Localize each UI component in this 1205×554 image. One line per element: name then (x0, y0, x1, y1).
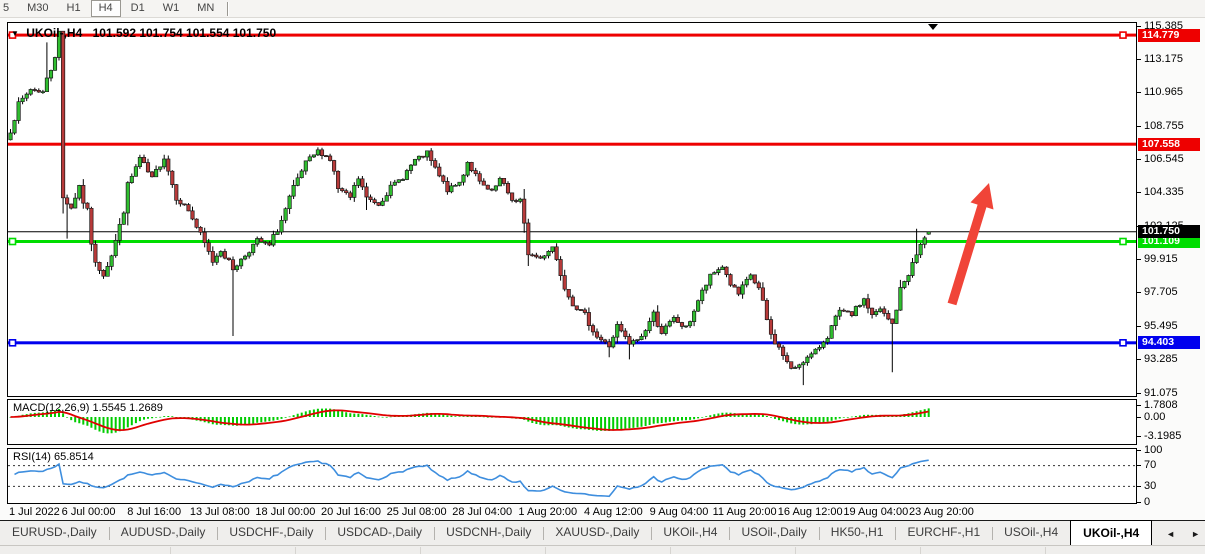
time-axis-label: 9 Aug 04:00 (650, 506, 709, 518)
status-divider (670, 547, 671, 554)
horizontal-line-107.558[interactable] (8, 143, 1136, 146)
time-axis-label: 23 Aug 20:00 (909, 506, 974, 518)
toolbar-separator (227, 2, 229, 16)
chart-tab-audusd-daily[interactable]: AUDUSD-,Daily (109, 521, 218, 546)
time-axis-label: 1 Jul 2022 (9, 506, 60, 518)
chart-tab-ukoil-h4[interactable]: UKOil-,H4 (1070, 520, 1152, 546)
timeframe-button-d1[interactable]: D1 (123, 0, 153, 17)
chart-tab-usoil-daily[interactable]: USOil-,Daily (729, 521, 818, 546)
current-price-label: 101.750 (1138, 225, 1200, 238)
chart-shift-marker-icon[interactable] (928, 24, 938, 30)
rsi-label: RSI(14) 65.8514 (13, 451, 94, 463)
macd-chart[interactable] (8, 400, 1136, 444)
candles-group (9, 31, 931, 385)
rsi-line (15, 460, 929, 496)
line-handle[interactable] (1120, 32, 1126, 38)
time-axis-label: 4 Aug 12:00 (584, 506, 643, 518)
tab-scroll-left-icon[interactable]: ◄ (1166, 529, 1175, 539)
price-pane[interactable] (7, 22, 1137, 397)
symbol-dropdown-icon: ▼ (11, 29, 19, 38)
status-divider (295, 547, 296, 554)
chart-zone: ▼ UKOil-,H4 101.592 101.754 101.554 101.… (0, 18, 1205, 520)
chart-tab-xauusd-daily[interactable]: XAUUSD-,Daily (543, 521, 651, 546)
status-bar (0, 545, 1205, 554)
chart-tab-eurchf-h1[interactable]: EURCHF-,H1 (895, 521, 992, 546)
chart-title: ▼ UKOil-,H4 101.592 101.754 101.554 101.… (11, 26, 276, 40)
chart-tab-usoil-h4[interactable]: USOil-,H4 (992, 521, 1070, 546)
macd-label: MACD(12,26,9) 1.5545 1.2689 (13, 402, 163, 414)
hline-price-label: 107.558 (1138, 138, 1200, 151)
time-axis-label: 18 Jul 00:00 (255, 506, 315, 518)
status-divider (920, 547, 921, 554)
trend-arrow-annotation[interactable] (948, 183, 994, 305)
timeframe-button-h4[interactable]: H4 (91, 0, 121, 17)
timeframe-button-w1[interactable]: W1 (155, 0, 188, 17)
time-axis-label: 25 Jul 08:00 (387, 506, 447, 518)
tab-scroll-right-icon[interactable]: ► (1191, 529, 1200, 539)
chart-tab-ukoil-h4[interactable]: UKOil-,H4 (651, 521, 729, 546)
time-axis-label: 6 Jul 00:00 (62, 506, 116, 518)
line-handle[interactable] (1120, 239, 1126, 245)
timeframe-toolbar: 5M30H1H4D1W1MN (0, 0, 1205, 18)
status-divider (545, 547, 546, 554)
line-handle[interactable] (1120, 340, 1126, 346)
status-divider (170, 547, 171, 554)
time-axis-label: 16 Aug 12:00 (778, 506, 843, 518)
time-axis-label: 19 Aug 04:00 (843, 506, 908, 518)
time-axis-label: 20 Jul 16:00 (321, 506, 381, 518)
price-axis[interactable]: 115.385113.175110.965108.755106.545104.3… (1137, 22, 1205, 519)
status-divider (1045, 547, 1046, 554)
time-axis-label: 28 Jul 04:00 (452, 506, 512, 518)
chart-tab-eurusd-daily[interactable]: EURUSD-,Daily (0, 521, 109, 546)
chart-tab-usdchf-daily[interactable]: USDCHF-,Daily (217, 521, 325, 546)
chart-tab-bar: EURUSD-,DailyAUDUSD-,DailyUSDCHF-,DailyU… (0, 520, 1205, 546)
chart-symbol: UKOil-,H4 (26, 26, 82, 40)
line-handle[interactable] (10, 239, 16, 245)
status-divider (795, 547, 796, 554)
chart-tab-usdcad-daily[interactable]: USDCAD-,Daily (325, 521, 434, 546)
time-axis[interactable]: 1 Jul 20226 Jul 00:00 8 Jul 16:00 13 Jul 0… (7, 504, 1137, 520)
horizontal-line-94.403[interactable] (8, 341, 1136, 344)
chart-tab-hk50-h1[interactable]: HK50-,H1 (819, 521, 896, 546)
timeframe-button-5[interactable]: 5 (0, 0, 17, 17)
hline-price-label: 114.779 (1138, 29, 1200, 42)
timeframe-button-mn[interactable]: MN (189, 0, 222, 17)
timeframe-button-h1[interactable]: H1 (59, 0, 89, 17)
chart-tab-usdcnh-daily[interactable]: USDCNH-,Daily (434, 521, 543, 546)
time-axis-label: 1 Aug 20:00 (518, 506, 577, 518)
time-axis-label: 8 Jul 16:00 (127, 506, 181, 518)
macd-pane[interactable] (7, 399, 1137, 445)
hline-price-label: 94.403 (1138, 336, 1200, 349)
mt4-window: 5M30H1H4D1W1MN ▼ UKOil-,H4 101.592 101.7… (0, 0, 1205, 554)
time-axis-label: 11 Aug 20:00 (713, 506, 777, 518)
rsi-chart[interactable] (8, 449, 1136, 503)
status-divider (420, 547, 421, 554)
rsi-pane[interactable] (7, 448, 1137, 504)
line-handle[interactable] (10, 340, 16, 346)
chart-ohlc: 101.592 101.754 101.554 101.750 (93, 26, 277, 40)
tab-scroll-controls: ◄ ► (1152, 521, 1205, 546)
timeframe-button-m30[interactable]: M30 (19, 0, 56, 17)
candlestick-chart[interactable] (8, 23, 1136, 396)
time-axis-label: 13 Jul 08:00 (190, 506, 250, 518)
